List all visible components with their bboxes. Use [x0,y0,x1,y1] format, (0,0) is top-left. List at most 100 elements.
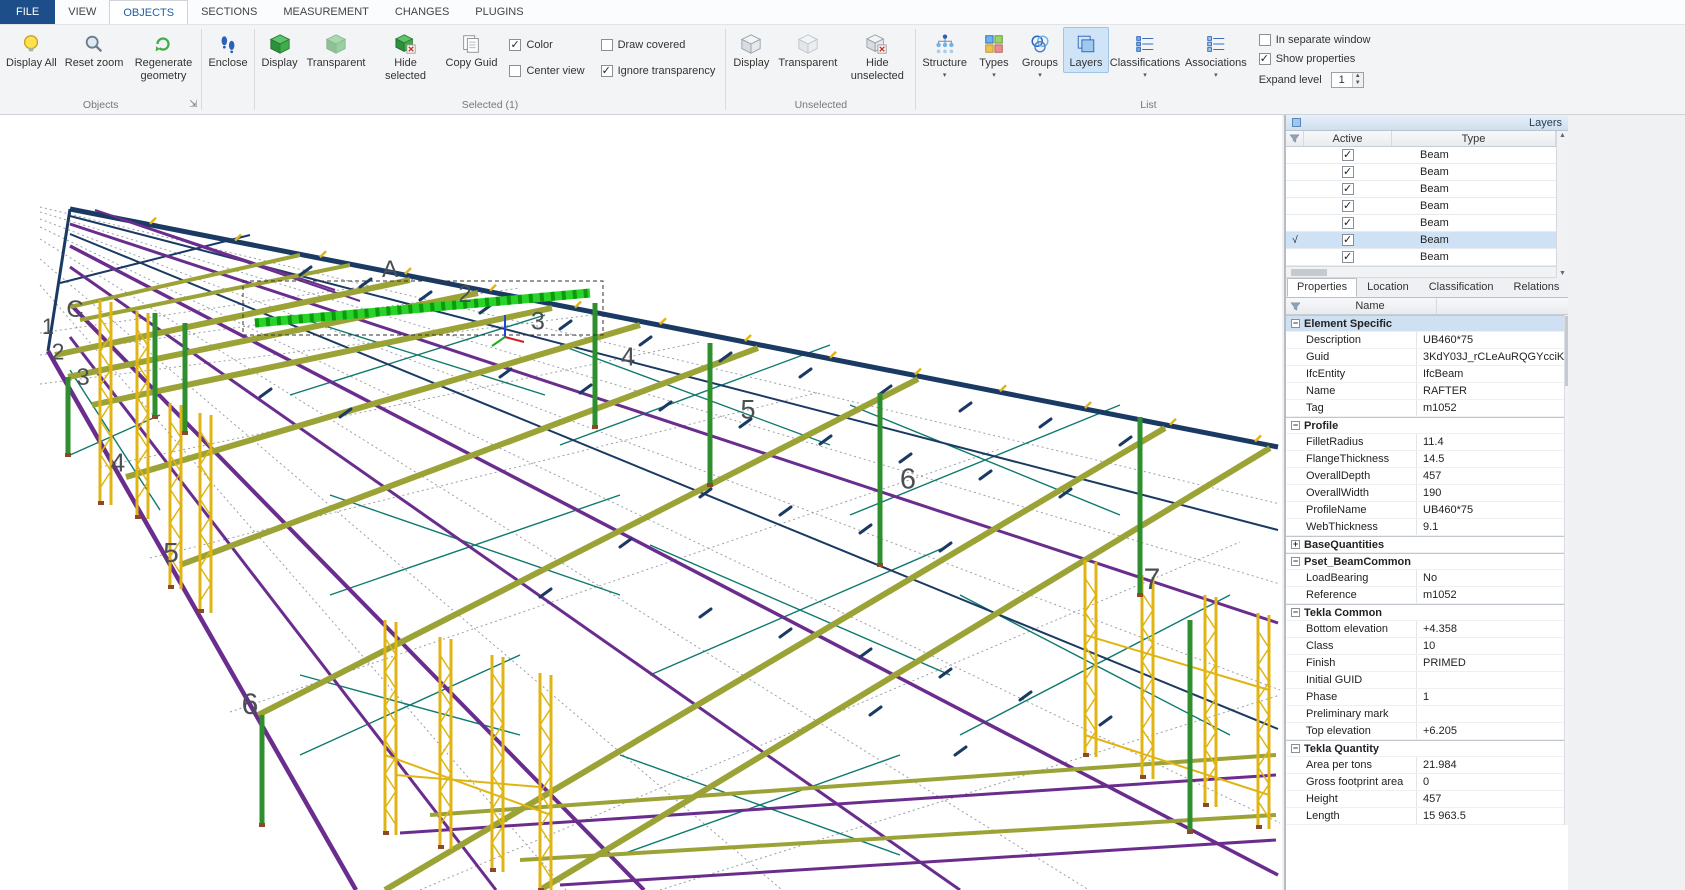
types-button[interactable]: Types ▾ [971,27,1017,82]
layer-active-checkbox[interactable] [1342,182,1354,195]
layer-active-checkbox[interactable] [1342,216,1354,229]
property-row[interactable]: Phase 1 [1286,689,1565,706]
property-row[interactable]: IfcEntity IfcBeam [1286,366,1565,383]
structure-button[interactable]: Structure ▾ [918,27,971,82]
property-row[interactable]: Tag m1052 [1286,400,1565,417]
property-row[interactable]: Gross footprint area 0 [1286,774,1565,791]
checkbox-box[interactable] [600,39,613,51]
ribbon-tab-measurement[interactable]: MEASUREMENT [270,0,382,24]
ribbon-tab-view[interactable]: VIEW [55,0,109,24]
transparent-unselected-button[interactable]: Transparent [774,27,841,73]
property-row[interactable]: Initial GUID [1286,672,1565,689]
layer-row[interactable]: Beam [1286,147,1556,164]
collapse-icon[interactable]: − [1291,744,1300,753]
property-row[interactable]: Length 15 963.5 [1286,808,1565,825]
scrollbar-thumb[interactable] [1291,268,1327,276]
property-row[interactable]: OverallDepth 457 [1286,468,1565,485]
property-section-row[interactable]: + BaseQuantities [1286,536,1565,553]
layer-active-checkbox[interactable] [1342,233,1354,246]
scroll-up-icon[interactable]: ▲ [1559,132,1566,139]
layers-horizontal-scrollbar[interactable] [1286,266,1556,278]
checkbox-box[interactable] [509,38,522,51]
chevron-down-icon[interactable]: ▾ [1214,72,1218,79]
collapse-icon[interactable]: − [1291,319,1300,328]
layers-vertical-scrollbar[interactable]: ▲ ▼ [1556,131,1568,278]
spinner-up-icon[interactable]: ▲ [1352,73,1363,80]
property-section-row[interactable]: − Profile [1286,417,1565,434]
column-header-name[interactable]: Name [1304,300,1436,312]
ribbon-tab-file[interactable]: FILE [0,0,56,24]
layers-table-header[interactable]: Active Type [1286,131,1556,147]
scroll-down-icon[interactable]: ▼ [1559,270,1566,277]
enclose-button[interactable]: Enclose [204,27,251,73]
property-row[interactable]: Class 10 [1286,638,1565,655]
tab-classification[interactable]: Classification [1419,278,1504,297]
ribbon-tab-changes[interactable]: CHANGES [382,0,462,24]
collapse-icon[interactable]: − [1291,608,1300,617]
copy-guid-button[interactable]: Copy Guid [442,27,502,73]
expand-level-spinner[interactable]: 1 ▲ ▼ [1330,72,1364,88]
chevron-down-icon[interactable]: ▾ [992,72,996,79]
layer-row[interactable]: Beam [1286,198,1556,215]
property-row[interactable]: Description UB460*75 [1286,332,1565,349]
regenerate-geometry-button[interactable]: Regenerate geometry [127,27,199,85]
collapse-icon[interactable]: − [1291,557,1300,566]
display-unselected-button[interactable]: Display [728,27,774,73]
tab-location[interactable]: Location [1357,278,1419,297]
property-row[interactable]: Bottom elevation +4.358 [1286,621,1565,638]
chevron-down-icon[interactable]: ▾ [1143,72,1147,79]
property-row[interactable]: Guid 3KdY03J_rCLeAuRQGYcciK [1286,349,1565,366]
property-row[interactable]: Preliminary mark [1286,706,1565,723]
checkbox-box[interactable] [1258,52,1271,65]
show-properties-checkbox[interactable]: Show properties [1258,52,1371,65]
layers-panel-caption[interactable]: Layers [1286,115,1568,131]
transparent-selected-button[interactable]: Transparent [303,27,370,73]
checkbox-box[interactable] [600,64,613,77]
color-checkbox[interactable]: Color [509,38,584,51]
property-row[interactable]: Height 457 [1286,791,1565,808]
checkbox-box[interactable] [509,65,522,77]
layer-row[interactable]: Beam [1286,181,1556,198]
layer-active-checkbox[interactable] [1342,165,1354,178]
draw-covered-checkbox[interactable]: Draw covered [600,39,716,51]
layer-row[interactable]: Beam [1286,164,1556,181]
property-row[interactable]: WebThickness 9.1 [1286,519,1565,536]
property-row[interactable]: Top elevation +6.205 [1286,723,1565,740]
layer-row[interactable]: √ Beam [1286,232,1556,249]
collapse-icon[interactable]: − [1291,421,1300,430]
property-row[interactable]: Name RAFTER [1286,383,1565,400]
column-header-type[interactable]: Type [1392,131,1556,146]
ribbon-tab-objects[interactable]: OBJECTS [109,0,189,24]
dialog-launcher-icon[interactable]: ⇲ [189,99,197,110]
property-row[interactable]: Area per tons 21.984 [1286,757,1565,774]
column-header-active[interactable]: Active [1304,131,1392,146]
ignore-transparency-checkbox[interactable]: Ignore transparency [600,64,715,77]
property-row[interactable]: OverallWidth 190 [1286,485,1565,502]
chevron-down-icon[interactable]: ▾ [1038,72,1042,79]
in-separate-window-checkbox[interactable]: In separate window [1258,34,1371,46]
tab-relations[interactable]: Relations [1504,278,1570,297]
property-section-row[interactable]: − Tekla Common [1286,604,1565,621]
property-row[interactable]: FlangeThickness 14.5 [1286,451,1565,468]
layer-row[interactable]: Beam [1286,249,1556,266]
ribbon-tab-plugins[interactable]: PLUGINS [462,0,536,24]
property-grid-header[interactable]: Name [1286,298,1568,315]
layer-row[interactable]: Beam [1286,215,1556,232]
property-row[interactable]: LoadBearing No [1286,570,1565,587]
property-row[interactable]: FilletRadius 11.4 [1286,434,1565,451]
property-section-row[interactable]: − Element Specific [1286,315,1565,332]
filter-icon[interactable] [1286,301,1304,312]
tab-properties[interactable]: Properties [1287,278,1358,297]
property-row[interactable]: ProfileName UB460*75 [1286,502,1565,519]
layer-active-checkbox[interactable] [1342,148,1354,161]
display-all-button[interactable]: Display All [2,27,61,73]
layer-active-checkbox[interactable] [1342,199,1354,212]
property-row[interactable]: Finish PRIMED [1286,655,1565,672]
associations-button[interactable]: Associations ▾ [1181,27,1251,82]
ribbon-tab-sections[interactable]: SECTIONS [188,0,270,24]
property-section-row[interactable]: − Pset_BeamCommon [1286,553,1565,570]
hide-selected-button[interactable]: Hide selected [370,27,442,85]
spinner-down-icon[interactable]: ▼ [1352,80,1363,87]
classifications-button[interactable]: Classifications ▾ [1109,27,1181,82]
expand-icon[interactable]: + [1291,540,1300,549]
